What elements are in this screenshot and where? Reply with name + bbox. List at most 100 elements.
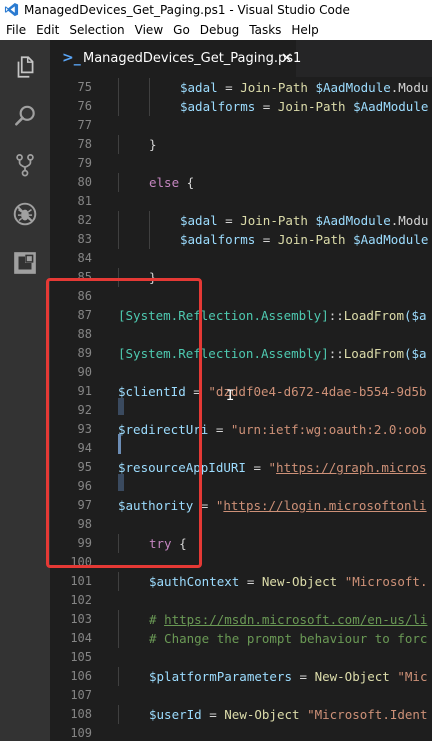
code-token: = bbox=[201, 707, 225, 722]
code-text: $adalforms = Join-Path $AadModule bbox=[180, 230, 428, 249]
code-token: $adalforms bbox=[180, 232, 256, 247]
indent-guide bbox=[149, 211, 150, 230]
code-token: LoadFrom bbox=[343, 346, 404, 361]
menu-help[interactable]: Help bbox=[286, 20, 323, 40]
code-line[interactable]: 107 bbox=[50, 686, 432, 705]
tab-managed-devices[interactable]: >_ ManagedDevices_Get_Paging.ps1 × bbox=[50, 40, 301, 77]
code-token: = bbox=[208, 422, 231, 437]
line-number: 76 bbox=[77, 99, 92, 113]
code-text: $adal = Join-Path $AadModule.Modu bbox=[180, 78, 428, 97]
debug-button[interactable] bbox=[0, 192, 50, 236]
explorer-button[interactable] bbox=[0, 45, 50, 89]
code-text: $platformParameters = New-Object "Mic bbox=[149, 667, 427, 686]
line-number: 83 bbox=[77, 232, 92, 246]
menu-bar: File Edit Selection View Go Debug Tasks Help bbox=[0, 20, 432, 40]
code-token: "Microsoft. bbox=[344, 574, 428, 589]
indent-guide bbox=[118, 667, 119, 686]
highlight-annotation bbox=[46, 278, 202, 568]
code-token: = bbox=[255, 99, 278, 114]
indent-guide bbox=[118, 705, 119, 724]
search-button[interactable] bbox=[0, 94, 50, 138]
line-number: 108 bbox=[70, 707, 92, 721]
line-number: 106 bbox=[70, 669, 92, 683]
code-token: https://msdn.microsoft.com/en-us/li bbox=[164, 612, 428, 627]
indent-guide bbox=[149, 97, 150, 116]
code-token: $adal bbox=[180, 80, 218, 95]
close-icon[interactable]: × bbox=[281, 40, 293, 77]
code-token: " bbox=[268, 460, 277, 475]
line-number: 103 bbox=[70, 612, 92, 626]
vscode-logo-icon bbox=[4, 2, 19, 17]
indent-guide bbox=[118, 610, 119, 629]
title-bar: ManagedDevices_Get_Paging.ps1 - Visual S… bbox=[0, 0, 432, 20]
code-token: = bbox=[217, 213, 241, 228]
indent-guide bbox=[118, 173, 119, 192]
code-token: $AadModule bbox=[315, 213, 391, 228]
menu-tasks[interactable]: Tasks bbox=[244, 20, 286, 40]
line-number: 82 bbox=[77, 213, 92, 227]
code-token: $userId bbox=[149, 707, 202, 722]
code-line[interactable]: 77 bbox=[50, 116, 432, 135]
code-line[interactable]: 78} bbox=[50, 135, 432, 154]
extensions-icon bbox=[14, 252, 36, 274]
menu-debug[interactable]: Debug bbox=[195, 20, 244, 40]
code-token: Join-Path bbox=[277, 232, 346, 247]
code-line[interactable]: 82 $adal = Join-Path $AadModule.Modu bbox=[50, 211, 432, 230]
code-token: https://graph.micros bbox=[276, 460, 427, 475]
code-line[interactable]: 109 bbox=[50, 724, 432, 741]
code-line[interactable]: 102 bbox=[50, 591, 432, 610]
code-token: = bbox=[239, 574, 262, 589]
code-token: "dzddf0e4-d672-4dae-b554-9d5b bbox=[208, 384, 427, 399]
source-control-button[interactable] bbox=[0, 143, 50, 187]
code-text: # https://msdn.microsoft.com/en-us/li bbox=[149, 610, 427, 629]
code-line[interactable]: 104 # Change the prompt behaviour to forc bbox=[50, 629, 432, 648]
extensions-button[interactable] bbox=[0, 241, 50, 285]
code-token: "Mic bbox=[397, 669, 428, 684]
code-token: $platformParameters bbox=[149, 669, 292, 684]
code-line[interactable]: 103 # https://msdn.microsoft.com/en-us/li bbox=[50, 610, 432, 629]
line-number: 81 bbox=[77, 194, 92, 208]
code-line[interactable]: 79 bbox=[50, 154, 432, 173]
code-line[interactable]: 81 bbox=[50, 192, 432, 211]
code-line[interactable]: 108 $userId = New-Object "Microsoft.Ident bbox=[50, 705, 432, 724]
menu-view[interactable]: View bbox=[130, 20, 168, 40]
menu-file[interactable]: File bbox=[0, 20, 31, 40]
files-icon bbox=[17, 56, 34, 78]
line-number: 104 bbox=[70, 631, 92, 645]
indent-guide bbox=[118, 97, 119, 116]
menu-go[interactable]: Go bbox=[168, 20, 195, 40]
line-number: 109 bbox=[70, 726, 92, 740]
code-line[interactable]: 101 $authContext = New-Object "Microsoft. bbox=[50, 572, 432, 591]
code-token: $AadModule bbox=[353, 99, 429, 114]
code-line[interactable]: 105 bbox=[50, 648, 432, 667]
code-text: $adalforms = Join-Path $AadModule bbox=[180, 97, 428, 116]
code-token: $AadModule bbox=[315, 80, 391, 95]
indent-guide bbox=[118, 135, 119, 154]
code-token: ($a bbox=[404, 346, 427, 361]
code-token: New-Object bbox=[224, 707, 300, 722]
code-line[interactable]: 84 bbox=[50, 249, 432, 268]
search-icon bbox=[15, 105, 35, 126]
code-token: "Microsoft.Ident bbox=[307, 707, 428, 722]
code-line[interactable]: 83 $adalforms = Join-Path $AadModule bbox=[50, 230, 432, 249]
code-text: } bbox=[149, 135, 157, 154]
code-token: $adal bbox=[180, 213, 218, 228]
code-token: { bbox=[179, 175, 195, 190]
code-line[interactable]: 76 $adalforms = Join-Path $AadModule bbox=[50, 97, 432, 116]
source-control-icon bbox=[16, 154, 34, 177]
menu-edit[interactable]: Edit bbox=[31, 20, 64, 40]
code-token: $adalforms bbox=[180, 99, 256, 114]
code-line[interactable]: 106 $platformParameters = New-Object "Mic bbox=[50, 667, 432, 686]
line-number: 80 bbox=[77, 175, 92, 189]
indent-guide bbox=[118, 629, 119, 648]
tab-bar: >_ ManagedDevices_Get_Paging.ps1 × bbox=[50, 40, 432, 77]
code-line[interactable]: 80 else { bbox=[50, 173, 432, 192]
menu-selection[interactable]: Selection bbox=[64, 20, 129, 40]
code-text: $userId = New-Object "Microsoft.Ident bbox=[149, 705, 427, 724]
line-number: 78 bbox=[77, 137, 92, 151]
code-token: New-Object bbox=[261, 574, 338, 589]
code-line[interactable]: 75 $adal = Join-Path $AadModule.Modu bbox=[50, 78, 432, 97]
